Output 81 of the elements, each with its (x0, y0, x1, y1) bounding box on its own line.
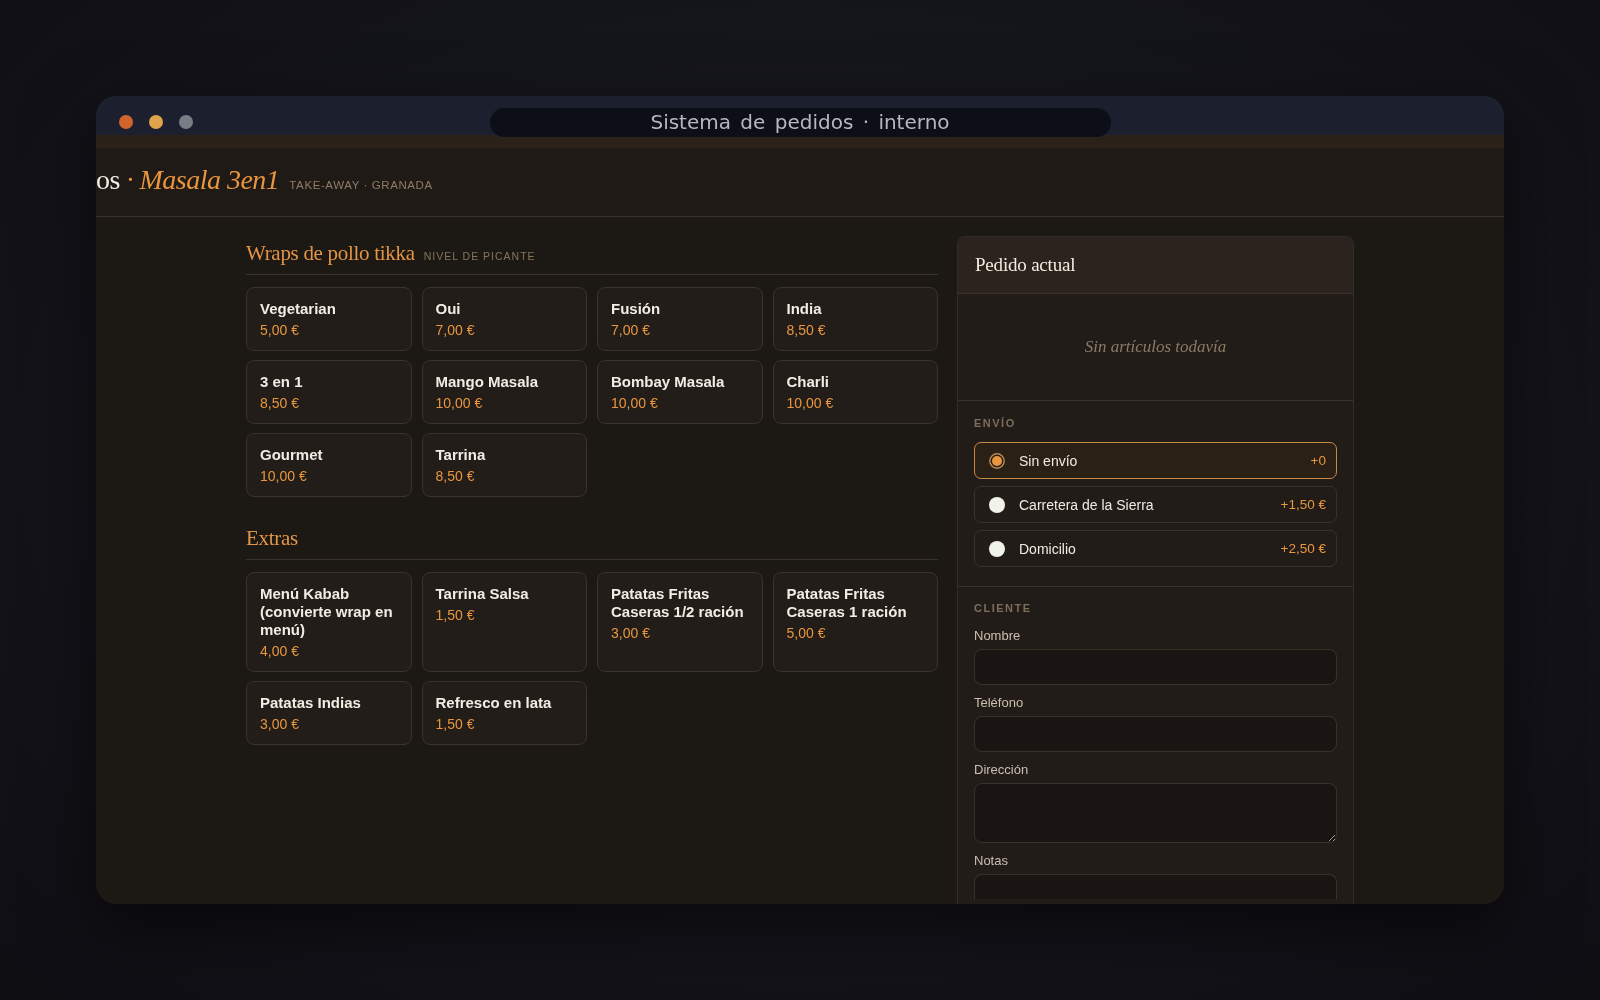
text-area-field[interactable] (974, 783, 1337, 843)
menu-item[interactable]: Menú Kabab (convierte wrap en menú) 4,00 € (246, 572, 412, 672)
item-name: Bombay Masala (611, 373, 725, 391)
item-name: India (786, 300, 822, 318)
option-price: +1,50 € (1280, 497, 1326, 512)
item-name: 3 en 1 (260, 373, 303, 391)
item-name: Vegetarian (260, 300, 336, 318)
menu-item[interactable]: Gourmet 10,00 € (246, 433, 412, 497)
item-price: 10,00 € (435, 394, 483, 412)
menu-item[interactable]: Fusión 7,00 € (597, 287, 763, 351)
menu-item[interactable]: Patatas Fritas Caseras 1 ración 5,00 € (772, 572, 938, 672)
section-label: CLIENTE (974, 601, 1032, 615)
item-price: 8,50 € (435, 467, 475, 485)
item-price: 4,00 € (260, 642, 299, 660)
window-close-icon[interactable] (119, 115, 133, 129)
field-label: Dirección (974, 762, 1029, 778)
item-name: Mango Masala (435, 373, 539, 391)
item-price: 8,50 € (786, 321, 826, 339)
item-price: 10,00 € (260, 467, 307, 485)
item-name: Fusión (611, 300, 661, 318)
item-price: 10,00 € (786, 394, 834, 412)
menu-item[interactable]: India 8,50 € (772, 287, 938, 351)
menu-item[interactable]: Tarrina 8,50 € (421, 433, 587, 497)
item-price: 3,00 € (611, 624, 650, 642)
option-label: Domicilio (1019, 540, 1076, 557)
menu-item[interactable]: Patatas Fritas Caseras 1/2 ración 3,00 € (597, 572, 763, 672)
radio-icon (989, 452, 1005, 469)
item-price: 8,50 € (260, 394, 299, 412)
restaurant-tagline: TAKE-AWAY · GRANADA (289, 179, 433, 191)
panel-title: Pedido actual (975, 254, 1076, 276)
item-price: 3,00 € (260, 715, 299, 733)
menu-item[interactable]: Tarrina Salsa 1,50 € (421, 572, 587, 672)
menu-item[interactable]: Bombay Masala 10,00 € (597, 360, 763, 424)
item-price: 1,50 € (435, 715, 475, 733)
delivery-option[interactable]: Sin envío +0 (974, 442, 1337, 479)
menu-item[interactable]: 3 en 1 8,50 € (246, 360, 412, 424)
item-price: 1,50 € (435, 606, 475, 624)
option-price: +0 (1310, 453, 1326, 468)
window-minimize-icon[interactable] (149, 115, 163, 129)
field-label: Notas (974, 853, 1008, 869)
item-price: 10,00 € (611, 394, 658, 412)
section-label: ENVÍO (974, 416, 1016, 430)
item-name: Tarrina (435, 446, 486, 464)
item-name: Refresco en lata (435, 694, 552, 712)
menu-item[interactable]: Charli 10,00 € (772, 360, 938, 424)
menu-item[interactable]: Refresco en lata 1,50 € (421, 681, 587, 745)
option-label: Carretera de la Sierra (1019, 496, 1154, 513)
input-field[interactable] (974, 649, 1337, 685)
delivery-option[interactable]: Carretera de la Sierra +1,50 € (974, 486, 1337, 523)
radio-icon (989, 540, 1005, 557)
item-price: 5,00 € (260, 321, 299, 339)
item-price: 5,00 € (786, 624, 826, 642)
item-name: Gourmet (260, 446, 323, 464)
item-price: 7,00 € (611, 321, 650, 339)
item-name: Patatas Fritas Caseras 1/2 ración (611, 585, 745, 621)
item-name: Oui (435, 300, 461, 318)
section-subtitle: NIVEL DE PICANTE (423, 250, 536, 262)
menu-item[interactable]: Vegetarian 5,00 € (246, 287, 412, 351)
section-title: Extras (246, 525, 298, 551)
menu-item[interactable]: Patatas Indias 3,00 € (246, 681, 412, 745)
option-price: +2,50 € (1280, 541, 1326, 556)
section-title: Wraps de pollo tikka (246, 240, 415, 266)
item-name: Patatas Fritas Caseras 1 ración (786, 585, 908, 621)
item-name: Charli (786, 373, 829, 391)
menu-item[interactable]: Oui 7,00 € (421, 287, 587, 351)
field-label: Teléfono (974, 695, 1024, 711)
item-name: Patatas Indias (260, 694, 361, 712)
option-label: Sin envío (1019, 452, 1078, 469)
input-field[interactable] (974, 874, 1337, 899)
item-name: Menú Kabab (convierte wrap en menú) (260, 585, 394, 639)
empty-order-message: Sin artículos todavía (1084, 337, 1227, 357)
window-title: Sistema de pedidos · interno (489, 107, 1111, 137)
field-label: Nombre (974, 628, 1021, 644)
radio-icon (989, 496, 1005, 513)
item-price: 7,00 € (435, 321, 475, 339)
restaurant-title: os · Masala 3en1 (96, 163, 280, 197)
delivery-option[interactable]: Domicilio +2,50 € (974, 530, 1337, 567)
window-maximize-icon[interactable] (179, 115, 193, 129)
menu-item[interactable]: Mango Masala 10,00 € (421, 360, 587, 424)
item-name: Tarrina Salsa (435, 585, 529, 603)
input-field[interactable] (974, 716, 1337, 752)
